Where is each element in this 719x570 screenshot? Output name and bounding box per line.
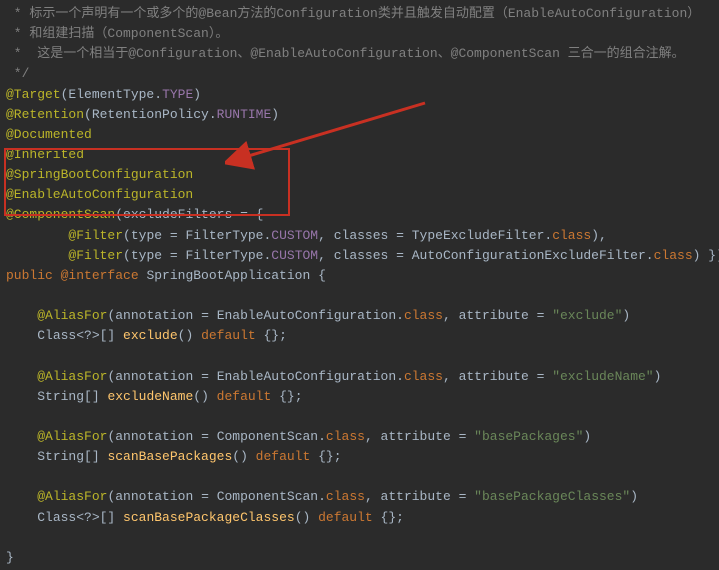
blank-line bbox=[6, 346, 719, 366]
annotation-target: @Target(ElementType.TYPE) bbox=[6, 85, 719, 105]
annotation-springbootconfiguration: @SpringBootConfiguration bbox=[6, 165, 719, 185]
closing-brace: } bbox=[6, 548, 719, 568]
blank-line bbox=[6, 467, 719, 487]
annotation-componentscan: @ComponentScan(excludeFilters = { bbox=[6, 205, 719, 225]
filter-line: @Filter(type = FilterType.CUSTOM, classe… bbox=[6, 226, 719, 246]
blank-line bbox=[6, 528, 719, 548]
method-line: String[] scanBasePackages() default {}; bbox=[6, 447, 719, 467]
javadoc-line: */ bbox=[6, 64, 719, 84]
annotation-documented: @Documented bbox=[6, 125, 719, 145]
aliasfor-line: @AliasFor(annotation = ComponentScan.cla… bbox=[6, 487, 719, 507]
filter-line: @Filter(type = FilterType.CUSTOM, classe… bbox=[6, 246, 719, 266]
aliasfor-line: @AliasFor(annotation = ComponentScan.cla… bbox=[6, 427, 719, 447]
javadoc-line: * 标示一个声明有一个或多个的@Bean方法的Configuration类并且触… bbox=[6, 4, 719, 24]
annotation-retention: @Retention(RetentionPolicy.RUNTIME) bbox=[6, 105, 719, 125]
annotation-inherited: @Inherited bbox=[6, 145, 719, 165]
javadoc-line: * 这是一个相当于@Configuration、@EnableAutoConfi… bbox=[6, 44, 719, 64]
method-line: Class<?>[] exclude() default {}; bbox=[6, 326, 719, 346]
aliasfor-line: @AliasFor(annotation = EnableAutoConfigu… bbox=[6, 367, 719, 387]
javadoc-line: * 和组建扫描（ComponentScan）。 bbox=[6, 24, 719, 44]
method-line: Class<?>[] scanBasePackageClasses() defa… bbox=[6, 508, 719, 528]
annotation-enableautoconfiguration: @EnableAutoConfiguration bbox=[6, 185, 719, 205]
blank-line bbox=[6, 286, 719, 306]
blank-line bbox=[6, 407, 719, 427]
code-editor[interactable]: * 标示一个声明有一个或多个的@Bean方法的Configuration类并且触… bbox=[6, 4, 719, 568]
interface-declaration: public @interface SpringBootApplication … bbox=[6, 266, 719, 286]
aliasfor-line: @AliasFor(annotation = EnableAutoConfigu… bbox=[6, 306, 719, 326]
method-line: String[] excludeName() default {}; bbox=[6, 387, 719, 407]
